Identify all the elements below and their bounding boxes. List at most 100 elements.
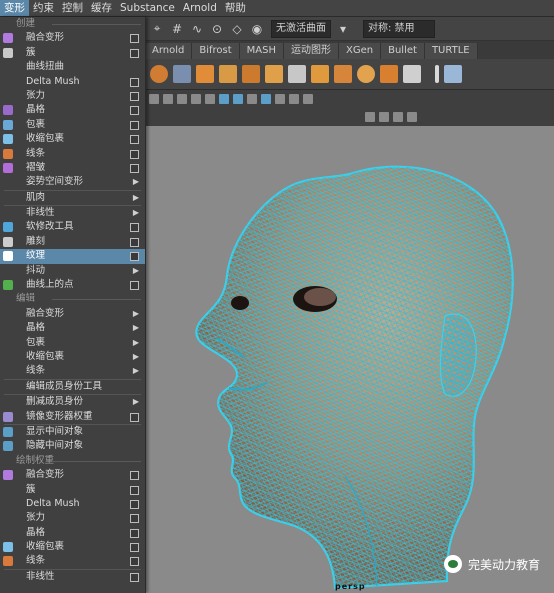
menu-item[interactable]: Delta Mush (0, 497, 145, 511)
menu-item[interactable]: Delta Mush (0, 75, 145, 89)
menu-item[interactable]: 删减成员身份 ▶ (0, 395, 145, 409)
menu-item[interactable]: 纹理 (0, 249, 145, 264)
option-box-icon[interactable] (130, 471, 139, 481)
option-box-icon[interactable] (130, 77, 139, 87)
box-icon[interactable] (311, 65, 329, 83)
wire-on-shaded-icon[interactable] (261, 94, 271, 104)
menu-item[interactable]: 簇 (0, 46, 145, 60)
option-box-icon[interactable] (130, 485, 139, 495)
option-box-icon[interactable] (130, 149, 139, 159)
menu-item[interactable]: 隐藏中间对象 (0, 439, 145, 453)
option-box-icon[interactable] (130, 281, 139, 291)
cluster-cubes-icon[interactable] (334, 65, 352, 83)
menu-item[interactable]: 曲线上的点 (0, 278, 145, 292)
grid-icon[interactable] (173, 65, 191, 83)
shelf-tab[interactable]: Bifrost (192, 43, 240, 59)
grid-toggle-icon[interactable] (205, 94, 215, 104)
menu-item[interactable]: 线条 (0, 554, 145, 568)
antialias-icon[interactable] (393, 112, 403, 122)
option-box-icon[interactable] (130, 572, 139, 582)
menu-item[interactable]: 姿势空间变形 ▶ (0, 175, 145, 189)
isolate-icon[interactable] (303, 94, 313, 104)
option-box-icon[interactable] (130, 237, 139, 247)
bookmark-icon[interactable] (177, 94, 187, 104)
option-box-icon[interactable] (130, 106, 139, 116)
scatter-icon[interactable] (219, 65, 237, 83)
menu-item[interactable]: 控制 (58, 0, 87, 16)
xray-joints-icon[interactable] (379, 112, 389, 122)
xray-icon[interactable] (365, 112, 375, 122)
textured-icon[interactable] (247, 94, 257, 104)
image-plane-icon[interactable] (191, 94, 201, 104)
menu-item[interactable]: 镜像变形器权重 (0, 410, 145, 424)
pencil-icon[interactable] (435, 65, 439, 83)
menu-item[interactable]: 收缩包裹 ▶ (0, 350, 145, 364)
option-box-icon[interactable] (130, 557, 139, 567)
shelf-tab[interactable]: 运动图形 (284, 43, 340, 59)
snap-point-icon[interactable]: ⊙ (209, 21, 225, 37)
wireframe-icon[interactable] (219, 94, 229, 104)
shadows-icon[interactable] (289, 94, 299, 104)
menu-item[interactable]: 融合变形 (0, 31, 145, 45)
menu-item[interactable]: 曲线扭曲 (0, 60, 145, 74)
option-box-icon[interactable] (130, 34, 139, 44)
option-box-icon[interactable] (130, 412, 139, 422)
option-box-icon[interactable] (130, 135, 139, 145)
dropdown-chevron-icon[interactable]: ▾ (335, 21, 351, 37)
menu-item[interactable]: 融合变形 (0, 468, 145, 482)
menu-item[interactable]: 抖动 ▶ (0, 264, 145, 278)
menu-item[interactable]: 褶皱 (0, 161, 145, 175)
perspective-viewport[interactable]: persp 完美动力教育 (145, 126, 554, 593)
menu-item[interactable]: 帮助 (221, 0, 250, 16)
lock-icon[interactable] (163, 94, 173, 104)
motion-blur-icon[interactable] (407, 112, 417, 122)
shelf-tab[interactable]: XGen (339, 43, 382, 59)
cubes-icon[interactable] (196, 65, 214, 83)
wheel-icon[interactable] (357, 65, 375, 83)
snap-grid-icon[interactable]: # (169, 21, 185, 37)
option-box-icon[interactable] (130, 514, 139, 524)
menu-item[interactable]: 雕刻 (0, 235, 145, 249)
smooth-shade-icon[interactable] (233, 94, 243, 104)
menu-item[interactable]: 软修改工具 (0, 220, 145, 234)
menu-item[interactable]: 收缩包裹 (0, 540, 145, 554)
menu-item[interactable]: Arnold (179, 0, 221, 16)
array-icon[interactable] (242, 65, 260, 83)
shelf-tab[interactable]: TURTLE (424, 43, 478, 59)
option-box-icon[interactable] (130, 48, 139, 58)
option-box-icon[interactable] (130, 499, 139, 509)
menu-item[interactable]: 包裹 (0, 118, 145, 132)
shelf-tab[interactable]: Bullet (381, 43, 425, 59)
menu-item[interactable]: 非线性 ▶ (0, 206, 145, 220)
snap-curve-icon[interactable]: ∿ (189, 21, 205, 37)
menu-item[interactable]: 簇 (0, 483, 145, 497)
menu-item[interactable]: 缓存 (87, 0, 116, 16)
magnet-icon[interactable]: ⌖ (149, 21, 165, 37)
menu-item[interactable]: 收缩包裹 (0, 132, 145, 146)
menu-item[interactable]: 肌肉 ▶ (0, 191, 145, 205)
shatter-icon[interactable] (265, 65, 283, 83)
menu-item[interactable]: Substance (116, 0, 179, 16)
menu-item[interactable]: 张力 (0, 89, 145, 103)
live-surface-select[interactable]: 无激活曲面 (271, 19, 331, 38)
shelf-tab[interactable]: MASH (239, 43, 285, 59)
head-wireframe-model[interactable] (145, 126, 554, 593)
option-box-icon[interactable] (130, 543, 139, 553)
shelf-tab[interactable]: Arnold (145, 43, 193, 59)
snap-live-icon[interactable]: ◉ (249, 21, 265, 37)
menu-item[interactable]: 晶格 ▶ (0, 321, 145, 335)
lights-icon[interactable] (275, 94, 285, 104)
option-box-icon[interactable] (130, 120, 139, 130)
option-box-icon[interactable] (130, 91, 139, 101)
menu-item[interactable]: 晶格 (0, 103, 145, 117)
menu-item[interactable]: 显示中间对象 (0, 425, 145, 439)
menu-item[interactable]: 线条 (0, 147, 145, 161)
menu-item[interactable]: 包裹 ▶ (0, 336, 145, 350)
sphere-icon[interactable] (150, 65, 168, 83)
split-box-icon[interactable] (380, 65, 398, 83)
snap-plane-icon[interactable]: ◇ (229, 21, 245, 37)
menu-item[interactable]: 变形 (0, 0, 29, 16)
menu-item[interactable]: 融合变形 ▶ (0, 307, 145, 321)
menu-item[interactable]: 线条 ▶ (0, 364, 145, 378)
camera-icon[interactable] (149, 94, 159, 104)
